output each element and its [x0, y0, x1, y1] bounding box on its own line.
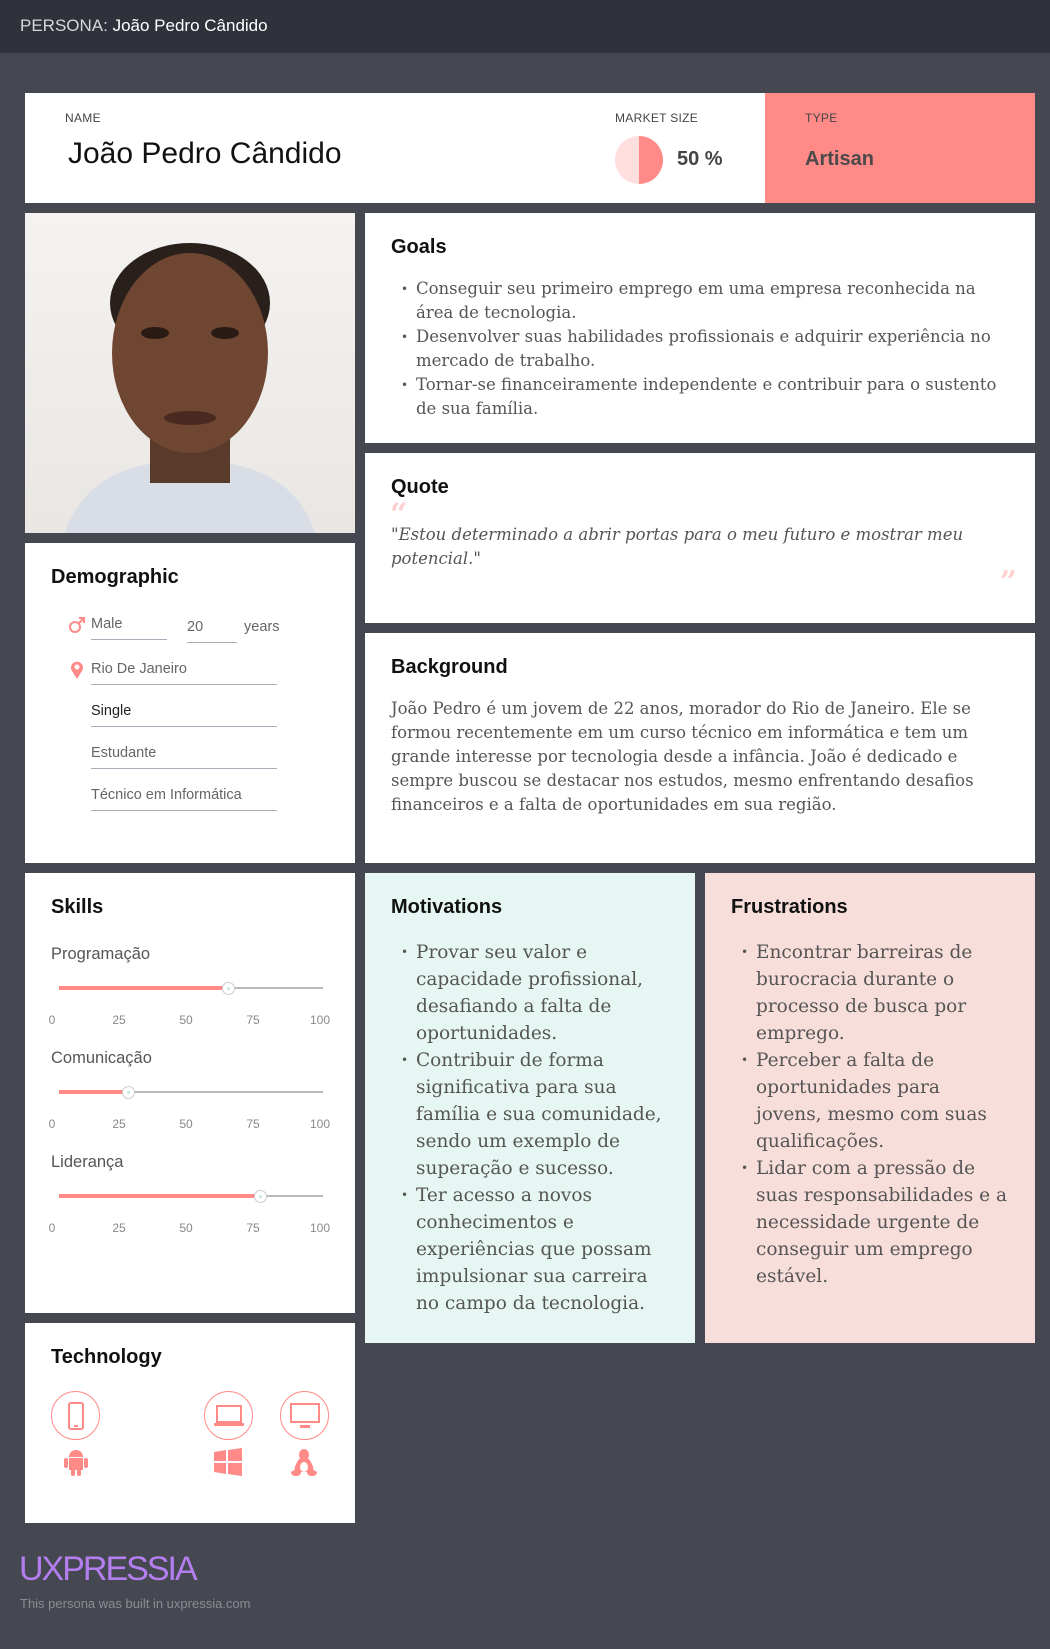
education-field[interactable]: Técnico em Informática — [91, 787, 277, 811]
market-size-pie — [615, 136, 663, 184]
type-section: TYPE Artisan — [765, 93, 1035, 203]
type-label: TYPE — [805, 111, 838, 125]
header-card: NAME João Pedro Cândido MARKET SIZE 50 %… — [25, 93, 1035, 203]
location-pin-icon — [71, 661, 83, 679]
slider-thumb[interactable] — [121, 1086, 135, 1099]
tick-label: 25 — [112, 1013, 126, 1027]
skill-label: Programação — [51, 945, 151, 963]
male-icon — [69, 617, 85, 633]
goal-item: Desenvolver suas habilidades profissiona… — [391, 325, 1009, 373]
windows-icon — [213, 1447, 243, 1477]
tick-label: 50 — [179, 1013, 193, 1027]
quote-card: Quote “ "Estou determinado a abrir porta… — [365, 453, 1035, 623]
occupation-field[interactable]: Estudante — [91, 745, 277, 769]
background-title: Background — [391, 656, 508, 678]
motivation-item: Ter acesso a novos conhecimentos e exper… — [391, 1182, 669, 1317]
skills-card: Skills Programação 0 25 50 75 100 Comunicação 0… — [25, 873, 355, 1313]
age-unit: years — [244, 619, 280, 635]
frustration-item: Perceber a falta de oportunidades para j… — [731, 1047, 1009, 1155]
motivation-item: Contribuir de forma significativa para s… — [391, 1047, 669, 1182]
title-prefix: PERSONA: — [20, 16, 108, 35]
technology-title: Technology — [51, 1346, 162, 1368]
skill-slider[interactable] — [59, 979, 323, 999]
frustration-item: Encontrar barreiras de burocracia durant… — [731, 939, 1009, 1047]
status-field[interactable]: Single — [91, 703, 277, 727]
demographic-card: Demographic Male 20 years Rio De Janeiro… — [25, 543, 355, 863]
goals-card: Goals Conseguir seu primeiro emprego em … — [365, 213, 1035, 443]
linux-icon — [289, 1447, 319, 1477]
skill-slider[interactable] — [59, 1083, 323, 1103]
goal-item: Tornar-se financeiramente independente e… — [391, 373, 1009, 421]
skill-slider[interactable] — [59, 1187, 323, 1207]
tick-label: 100 — [309, 1221, 331, 1235]
tick-label: 0 — [48, 1117, 56, 1131]
tick-label: 50 — [179, 1221, 193, 1235]
portrait-image — [65, 243, 315, 533]
market-size-label: MARKET SIZE — [615, 111, 699, 125]
location-field[interactable]: Rio De Janeiro — [91, 661, 277, 685]
skill-label: Comunicação — [51, 1049, 152, 1067]
motivation-item: Provar seu valor e capacidade profission… — [391, 939, 669, 1047]
persona-title: João Pedro Cândido — [112, 16, 268, 35]
slider-fill — [59, 986, 228, 990]
skill-label: Liderança — [51, 1153, 124, 1171]
tick-label: 0 — [48, 1013, 56, 1027]
motivations-card: Motivations Provar seu valor e capacidad… — [365, 873, 695, 1343]
tick-label: 75 — [246, 1013, 260, 1027]
type-value[interactable]: Artisan — [805, 148, 874, 171]
technology-card: Technology — [25, 1323, 355, 1523]
demographic-title: Demographic — [51, 566, 179, 588]
age-field[interactable]: 20 — [187, 619, 237, 643]
persona-photo[interactable] — [25, 213, 355, 533]
slider-thumb[interactable] — [221, 982, 235, 995]
close-quote-icon: ” — [999, 565, 1017, 600]
uxpressia-logo[interactable]: UXPRESSIA — [19, 1550, 198, 1589]
tick-label: 100 — [309, 1117, 331, 1131]
footer-text: This persona was built in uxpressia.com — [20, 1596, 251, 1611]
quote-title: Quote — [391, 476, 449, 498]
motivations-title: Motivations — [391, 896, 503, 918]
top-bar: PERSONA: João Pedro Cândido — [0, 0, 1050, 53]
slider-fill — [59, 1090, 128, 1094]
tick-label: 75 — [246, 1221, 260, 1235]
motivations-list: Provar seu valor e capacidade profission… — [391, 939, 669, 1317]
frustrations-title: Frustrations — [731, 896, 848, 918]
name-label: NAME — [65, 111, 101, 125]
slider-fill — [59, 1194, 260, 1198]
tick-label: 25 — [112, 1117, 126, 1131]
tick-label: 100 — [309, 1013, 331, 1027]
tick-label: 75 — [246, 1117, 260, 1131]
frustration-item: Lidar com a pressão de suas responsabili… — [731, 1155, 1009, 1290]
tick-label: 0 — [48, 1221, 56, 1235]
slider-thumb[interactable] — [253, 1190, 267, 1203]
background-card: Background João Pedro é um jovem de 22 a… — [365, 633, 1035, 863]
desktop-icon[interactable] — [280, 1391, 329, 1440]
market-size-value: 50 % — [677, 148, 723, 170]
frustrations-list: Encontrar barreiras de burocracia durant… — [731, 939, 1009, 1290]
android-icon — [61, 1447, 91, 1477]
laptop-icon[interactable] — [204, 1391, 253, 1440]
tick-label: 25 — [112, 1221, 126, 1235]
quote-text: "Estou determinado a abrir portas para o… — [391, 525, 964, 568]
background-text: João Pedro é um jovem de 22 anos, morado… — [391, 699, 974, 814]
persona-name[interactable]: João Pedro Cândido — [68, 137, 342, 171]
goals-title: Goals — [391, 236, 447, 258]
skills-title: Skills — [51, 896, 104, 918]
frustrations-card: Frustrations Encontrar barreiras de buro… — [705, 873, 1035, 1343]
tick-label: 50 — [179, 1117, 193, 1131]
goal-item: Conseguir seu primeiro emprego em uma em… — [391, 277, 1009, 325]
mobile-icon[interactable] — [51, 1391, 100, 1440]
gender-field[interactable]: Male — [91, 616, 167, 640]
goals-list: Conseguir seu primeiro emprego em uma em… — [391, 277, 1009, 421]
